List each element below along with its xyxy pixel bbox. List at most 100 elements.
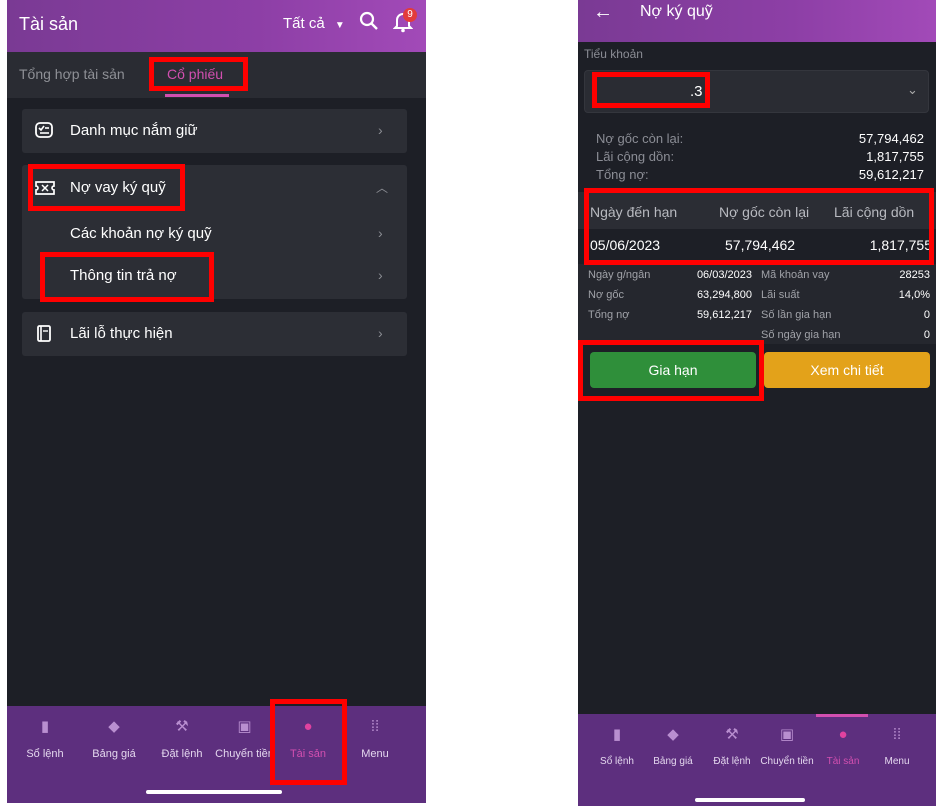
- view-detail-button[interactable]: Xem chi tiết: [764, 352, 930, 388]
- tag-icon: ◆: [108, 718, 120, 735]
- home-indicator: [146, 790, 282, 794]
- wallet-icon: ▣: [237, 718, 252, 735]
- tab-stocks[interactable]: Cổ phiếu: [167, 66, 223, 82]
- nav-label: Sổ lệnh: [26, 748, 64, 760]
- assets-icon: ●: [303, 718, 313, 735]
- nav-label: Chuyển tiền: [760, 756, 814, 767]
- chevron-right-icon: ›: [378, 225, 383, 241]
- assets-icon: ●: [838, 726, 848, 743]
- nav-label: Menu: [361, 748, 389, 760]
- sub-item-repayment-info[interactable]: Thông tin trả nợ ›: [22, 258, 407, 292]
- wallet-icon: ▣: [779, 726, 795, 743]
- extend-button[interactable]: Gia hạn: [590, 352, 756, 388]
- detail-value: 28253: [899, 269, 930, 281]
- col-accrued-interest: Lãi cộng dồn: [834, 204, 915, 220]
- debt-ticket-icon: [35, 180, 55, 201]
- chevron-up-icon[interactable]: ︿: [376, 179, 388, 196]
- margin-debt-label[interactable]: Nợ vay ký quỹ: [70, 179, 166, 196]
- margin-loans-label: Các khoản nợ ký quỹ: [70, 225, 212, 242]
- margin-debt-screen: ← Nợ ký quỹ Tiểu khoản .3 ⌄ Nợ gốc còn l…: [578, 0, 936, 806]
- nav-price-board[interactable]: ◆ Bảng giá: [84, 718, 144, 760]
- table-header: Ngày đến hạn Nợ gốc còn lại Lãi cộng dồn: [578, 192, 936, 229]
- nav-menu[interactable]: ⁞⁞ Menu: [345, 718, 405, 760]
- clipboard-icon: ▮: [40, 718, 50, 735]
- detail-label: Tổng nợ: [588, 309, 630, 321]
- filter-dropdown[interactable]: Tất cả ▼: [283, 15, 345, 32]
- nav-menu[interactable]: ⁞⁞ Menu: [871, 726, 923, 767]
- sub-account-select[interactable]: .3 ⌄: [584, 70, 929, 113]
- nav-label: Sổ lệnh: [600, 756, 634, 767]
- caret-down-icon: ▼: [334, 20, 345, 31]
- summary-label: Lãi cộng dồn:: [596, 149, 675, 164]
- detail-label: Lãi suất: [761, 289, 800, 301]
- detail-value: 63,294,800: [696, 289, 752, 301]
- app-header: Tài sản Tất cả ▼ 9: [7, 0, 426, 52]
- detail-label: Số lần gia hạn: [761, 309, 832, 321]
- detail-value: 59,612,217: [696, 309, 752, 321]
- nav-label: Đặt lệnh: [161, 748, 203, 760]
- back-arrow-icon[interactable]: ←: [593, 1, 613, 24]
- detail-value: 06/03/2023: [696, 269, 752, 281]
- nav-label: Tài sản: [289, 748, 327, 760]
- portfolio-label: Danh mục nắm giữ: [70, 122, 198, 139]
- page-title: Nợ ký quỹ: [640, 3, 713, 20]
- realized-pnl-label: Lãi lỗ thực hiện: [70, 325, 173, 342]
- repayment-info-label: Thông tin trả nợ: [70, 267, 177, 284]
- assets-screen: Tài sản Tất cả ▼ 9 Tổng hợp tài sản Cổ p…: [7, 0, 426, 803]
- debt-summary: Nợ gốc còn lại: 57,794,462 Lãi cộng dồn:…: [578, 128, 936, 188]
- grid-icon: ⁞⁞: [892, 726, 902, 743]
- tag-icon: ◆: [667, 726, 679, 743]
- clipboard-icon: ▮: [612, 726, 622, 743]
- detail-label: Nợ gốc: [588, 289, 624, 301]
- view-detail-button-label: Xem chi tiết: [810, 362, 884, 378]
- active-tab-indicator: [816, 714, 868, 717]
- portfolio-card[interactable]: Danh mục nắm giữ ›: [22, 109, 407, 153]
- margin-debt-card: Nợ vay ký quỹ ︿ Các khoản nợ ký quỹ › Th…: [22, 165, 407, 299]
- summary-value: 1,817,755: [866, 149, 924, 164]
- chevron-right-icon: ›: [378, 325, 383, 341]
- grid-icon: ⁞⁞: [370, 718, 380, 735]
- nav-label: Bảng giá: [653, 756, 693, 767]
- nav-label: Đặt lệnh: [713, 756, 751, 767]
- extend-button-label: Gia hạn: [648, 362, 698, 378]
- page-title: Tài sản: [19, 14, 79, 34]
- realized-pnl-card[interactable]: Lãi lỗ thực hiện ›: [22, 312, 407, 356]
- table-row[interactable]: 05/06/2023 57,794,462 1,817,755: [578, 229, 936, 262]
- bottom-nav: ▮ Sổ lệnh ◆ Bảng giá ⚒ Đặt lệnh ▣ Chuyển…: [578, 714, 936, 806]
- chevron-right-icon: ›: [378, 122, 383, 138]
- search-icon[interactable]: [358, 10, 380, 37]
- summary-label: Nợ gốc còn lại:: [596, 131, 684, 146]
- nav-order-book[interactable]: ▮ Sổ lệnh: [592, 726, 642, 767]
- home-indicator: [695, 798, 805, 802]
- book-icon: [37, 325, 51, 347]
- col-due-date: Ngày đến hạn: [590, 204, 678, 220]
- nav-price-board[interactable]: ◆ Bảng giá: [648, 726, 698, 767]
- nav-assets[interactable]: ● Tài sản: [817, 726, 869, 767]
- chevron-right-icon: ›: [378, 267, 383, 283]
- sub-account-value: .3: [690, 83, 703, 100]
- detail-value: 14,0%: [898, 289, 930, 301]
- sub-account-label: Tiểu khoản: [584, 47, 643, 61]
- nav-place-order[interactable]: ⚒ Đặt lệnh: [704, 726, 760, 767]
- nav-assets[interactable]: ● Tài sản: [273, 718, 343, 760]
- detail-label: Số ngày gia hạn: [761, 329, 841, 341]
- debt-table: Ngày đến hạn Nợ gốc còn lại Lãi cộng dồn…: [578, 192, 936, 262]
- app-header: ← Nợ ký quỹ: [578, 0, 936, 42]
- nav-label: Bảng giá: [92, 748, 136, 760]
- tab-asset-summary[interactable]: Tổng hợp tài sản: [19, 66, 125, 82]
- loan-details: Ngày g/ngân 06/03/2023 Nợ gốc 63,294,800…: [578, 264, 936, 344]
- gavel-icon: ⚒: [725, 726, 739, 743]
- nav-label: Chuyển tiền: [215, 748, 274, 760]
- nav-order-book[interactable]: ▮ Sổ lệnh: [15, 718, 75, 760]
- sub-item-margin-loans[interactable]: Các khoản nợ ký quỹ ›: [22, 217, 407, 251]
- summary-value: 57,794,462: [858, 131, 924, 146]
- asset-tabs: Tổng hợp tài sản Cổ phiếu: [7, 52, 426, 98]
- interest-cell: 1,817,755: [869, 237, 932, 253]
- nav-label: Menu: [884, 756, 910, 767]
- active-tab-indicator: [165, 94, 229, 97]
- nav-transfer[interactable]: ▣ Chuyển tiền: [756, 726, 818, 767]
- nav-label: Tài sản: [826, 756, 860, 767]
- nav-transfer[interactable]: ▣ Chuyển tiền: [207, 718, 282, 760]
- bottom-nav: ▮ Sổ lệnh ◆ Bảng giá ⚒ Đặt lệnh ▣ Chuyển…: [7, 706, 426, 803]
- summary-value: 59,612,217: [858, 167, 924, 182]
